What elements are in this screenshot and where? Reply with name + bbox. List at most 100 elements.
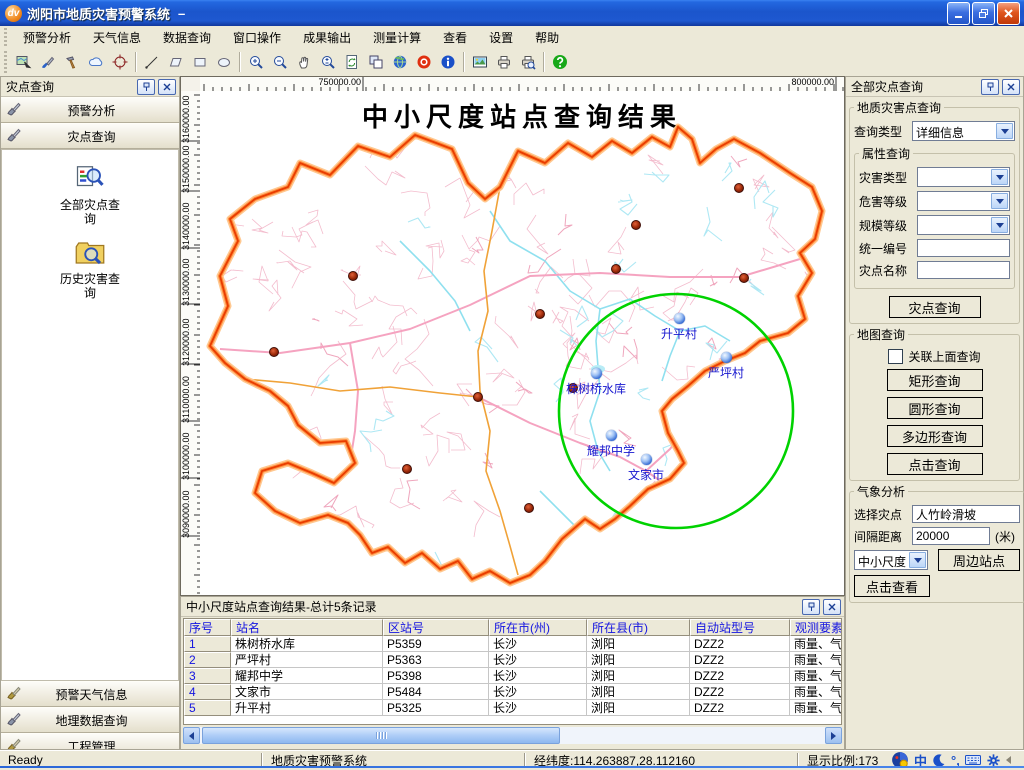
sidebar-tab-disaster-query[interactable]: 灾点查询	[1, 123, 179, 149]
info-icon[interactable]	[436, 50, 460, 74]
chevron-down-icon[interactable]	[909, 552, 926, 568]
menu-settings[interactable]: 设置	[478, 27, 524, 48]
click-query-button[interactable]: 点击查询	[887, 453, 983, 475]
menu-window-ops[interactable]: 窗口操作	[222, 27, 292, 48]
scrollbar-thumb[interactable]	[202, 727, 560, 744]
image-export-icon[interactable]	[468, 50, 492, 74]
line-tool-icon[interactable]	[140, 50, 164, 74]
minimize-button[interactable]	[947, 2, 970, 25]
disaster-point-marker[interactable]	[524, 503, 534, 513]
disaster-point-marker[interactable]	[402, 464, 412, 474]
menu-weather-info[interactable]: 天气信息	[82, 27, 152, 48]
column-header[interactable]: 所在市(州)	[489, 619, 587, 636]
scroll-right-icon[interactable]	[825, 727, 842, 744]
menu-view[interactable]: 查看	[432, 27, 478, 48]
help-icon[interactable]	[548, 50, 572, 74]
disaster-point-marker[interactable]	[348, 271, 358, 281]
select-point-input[interactable]: 人竹岭滑坡	[912, 505, 1020, 523]
layers-icon[interactable]	[364, 50, 388, 74]
column-header[interactable]: 区站号	[383, 619, 489, 636]
chevron-down-icon[interactable]	[996, 123, 1013, 139]
disaster-point-marker[interactable]	[611, 264, 621, 274]
pin-icon[interactable]	[802, 599, 820, 615]
hammer-icon[interactable]	[60, 50, 84, 74]
menu-data-query[interactable]: 数据查询	[152, 27, 222, 48]
disaster-query-button[interactable]: 灾点查询	[889, 296, 981, 318]
print-preview-icon[interactable]	[516, 50, 540, 74]
chevron-down-icon[interactable]	[991, 169, 1008, 185]
link-above-checkbox[interactable]	[888, 349, 903, 364]
station-marker[interactable]	[721, 352, 732, 363]
menu-result-output[interactable]: 成果输出	[292, 27, 362, 48]
sidebar-tab-geo-data-query[interactable]: 地理数据查询	[1, 707, 179, 733]
cloud-icon[interactable]	[84, 50, 108, 74]
pan-icon[interactable]	[292, 50, 316, 74]
chevron-down-icon[interactable]	[991, 193, 1008, 209]
scroll-left-icon[interactable]	[183, 727, 200, 744]
close-icon[interactable]	[1002, 79, 1020, 95]
ellipse-tool-icon[interactable]	[212, 50, 236, 74]
rect-query-button[interactable]: 矩形查询	[887, 369, 983, 391]
menu-warning-analysis[interactable]: 预警分析	[12, 27, 82, 48]
table-row[interactable]: 2严坪村P5363长沙浏阳DZZ2雨量、气	[184, 652, 841, 668]
column-header[interactable]: 序号	[184, 619, 231, 636]
disaster-point-marker[interactable]	[631, 220, 641, 230]
globe-icon[interactable]	[388, 50, 412, 74]
polygon-tool-icon[interactable]	[164, 50, 188, 74]
refresh-icon[interactable]	[340, 50, 364, 74]
zoom-in-icon[interactable]	[244, 50, 268, 74]
map-canvas[interactable]: 中小尺度站点查询结果 升平村严坪村株树桥水库耀邦中学文家市	[200, 91, 844, 595]
fullwidth-moon-icon[interactable]	[932, 753, 946, 767]
print-icon[interactable]	[492, 50, 516, 74]
station-marker[interactable]	[674, 313, 685, 324]
rectangle-tool-icon[interactable]	[188, 50, 212, 74]
pin-icon[interactable]	[981, 79, 999, 95]
scale-combo[interactable]: 中小尺度	[854, 550, 928, 570]
close-button[interactable]	[997, 2, 1020, 25]
zoom-out-icon[interactable]	[268, 50, 292, 74]
unified-id-input[interactable]	[917, 239, 1010, 257]
hazard-level-combo[interactable]	[917, 191, 1010, 211]
distance-input[interactable]: 20000	[912, 527, 990, 545]
nearby-stations-button[interactable]: 周边站点	[938, 549, 1020, 571]
table-row[interactable]: 4文家市P5484长沙浏阳DZZ2雨量、气	[184, 684, 841, 700]
station-marker[interactable]	[641, 454, 652, 465]
horizontal-scrollbar[interactable]	[183, 727, 842, 744]
station-marker[interactable]	[606, 430, 617, 441]
sidebar-item-history-disaster-query[interactable]: 历史灾害查询	[50, 240, 130, 300]
map-select-icon[interactable]	[12, 50, 36, 74]
paint-icon[interactable]	[36, 50, 60, 74]
close-icon[interactable]	[158, 79, 176, 95]
disaster-point-marker[interactable]	[269, 347, 279, 357]
column-header[interactable]: 所在县(市)	[587, 619, 690, 636]
disaster-point-marker[interactable]	[739, 273, 749, 283]
station-marker[interactable]	[591, 368, 602, 379]
disaster-point-marker[interactable]	[473, 392, 483, 402]
sidebar-item-all-disaster-query[interactable]: 全部灾点查询	[50, 164, 130, 226]
close-icon[interactable]	[823, 599, 841, 615]
disaster-name-input[interactable]	[917, 261, 1010, 279]
disaster-type-combo[interactable]	[917, 167, 1010, 187]
table-row[interactable]: 5升平村P5325长沙浏阳DZZ2雨量、气	[184, 700, 841, 716]
menu-measure-calc[interactable]: 测量计算	[362, 27, 432, 48]
menu-help[interactable]: 帮助	[524, 27, 570, 48]
sidebar-tab-warning-weather-info[interactable]: 预警天气信息	[1, 681, 179, 707]
restore-button[interactable]	[972, 2, 995, 25]
column-header[interactable]: 站名	[231, 619, 383, 636]
disaster-point-marker[interactable]	[734, 183, 744, 193]
pin-icon[interactable]	[137, 79, 155, 95]
record-icon[interactable]	[412, 50, 436, 74]
circle-query-button[interactable]: 圆形查询	[887, 397, 983, 419]
query-type-combo[interactable]: 详细信息	[912, 121, 1015, 141]
column-header[interactable]: 观测要素	[790, 619, 842, 636]
chevron-down-icon[interactable]	[991, 217, 1008, 233]
view-button[interactable]: 点击查看	[854, 575, 930, 597]
polygon-query-button[interactable]: 多边形查询	[887, 425, 983, 447]
crosshair-icon[interactable]	[108, 50, 132, 74]
zoom-extent-icon[interactable]	[316, 50, 340, 74]
disaster-point-marker[interactable]	[535, 309, 545, 319]
scale-level-combo[interactable]	[917, 215, 1010, 235]
table-row[interactable]: 1株树桥水库P5359长沙浏阳DZZ2雨量、气	[184, 636, 841, 652]
column-header[interactable]: 自动站型号	[690, 619, 790, 636]
table-row[interactable]: 3耀邦中学P5398长沙浏阳DZZ2雨量、气	[184, 668, 841, 684]
